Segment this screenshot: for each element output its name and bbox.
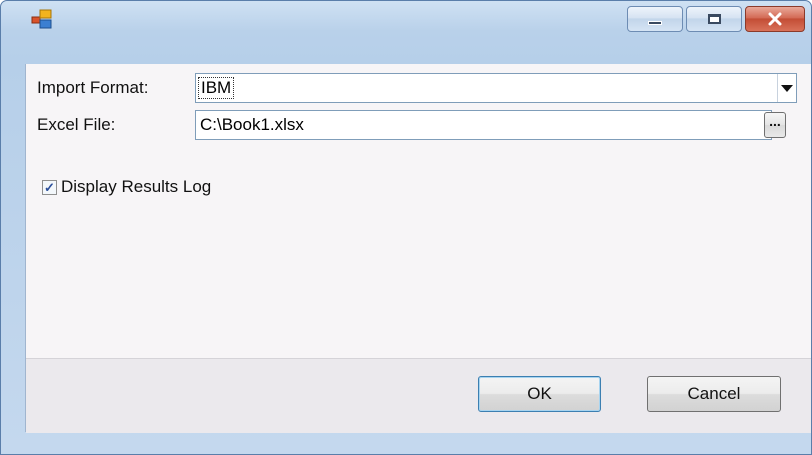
checkmark-icon: ✓ [44,179,55,195]
chevron-down-icon [781,84,793,92]
close-button[interactable] [745,6,805,32]
import-format-value: IBM [197,77,235,99]
display-results-log-option[interactable]: ✓ Display Results Log [42,177,211,197]
display-results-log-label: Display Results Log [61,177,212,196]
title-bar[interactable] [1,1,811,37]
ellipsis-icon: ... [769,113,781,129]
display-results-log-checkbox[interactable]: ✓ [42,179,57,195]
dialog-window: Import Format: IBM Excel File: C:\Book1.… [0,0,812,455]
dropdown-arrow-button[interactable] [777,74,796,102]
caption-buttons [624,6,805,32]
dialog-client-area: Import Format: IBM Excel File: C:\Book1.… [25,64,811,433]
browse-button[interactable]: ... [764,112,786,138]
import-format-label: Import Format: [37,78,149,97]
maximize-icon [707,14,721,24]
minimize-button[interactable] [627,6,683,32]
import-format-combobox[interactable]: IBM [195,73,797,103]
close-icon [768,12,782,26]
ok-button[interactable]: OK [478,376,601,412]
cancel-button[interactable]: Cancel [647,376,781,412]
excel-file-input[interactable]: C:\Book1.xlsx [195,110,772,140]
excel-file-label: Excel File: [37,115,116,134]
maximize-button[interactable] [686,6,742,32]
minimize-icon [648,21,662,25]
app-form-icon [31,9,52,29]
